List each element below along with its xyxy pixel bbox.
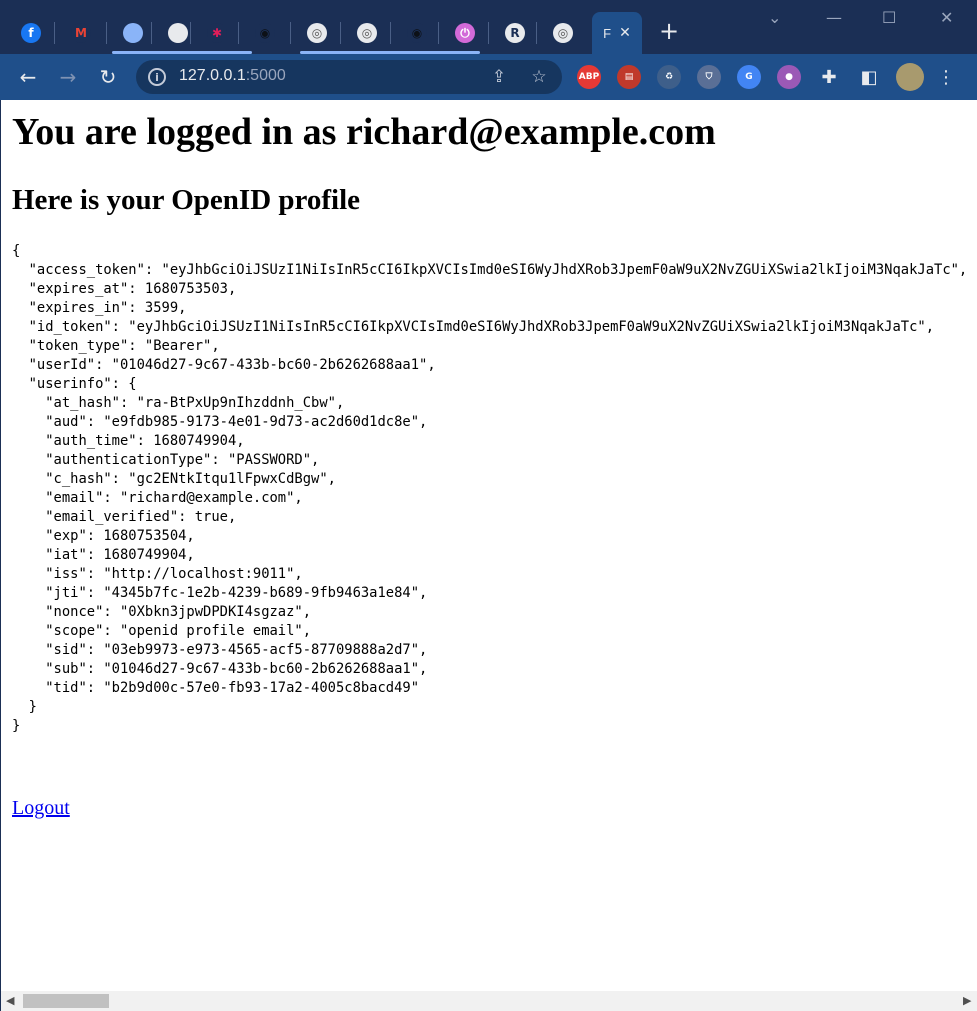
tab-separator <box>238 22 239 44</box>
recycle-icon[interactable]: ♻ <box>657 65 681 89</box>
active-tab[interactable]: F ✕ <box>592 12 642 54</box>
r-app-icon: R <box>505 23 525 43</box>
tab-separator <box>190 22 191 44</box>
scrollbar-thumb[interactable] <box>23 994 109 1008</box>
drop-icon[interactable]: ● <box>777 65 801 89</box>
tab-gmail[interactable]: M <box>56 12 106 54</box>
share-icon[interactable]: ⇪ <box>488 66 510 88</box>
tab-search-icon[interactable]: ⌄ <box>768 8 781 27</box>
reload-button[interactable]: ↻ <box>94 63 122 91</box>
browser-tab-strip: f M ✱ ◉ ◎ ◎ ◉ ⏻ R ◎ F ✕ + ⌄ — ☐ ✕ <box>0 0 977 54</box>
url-text[interactable]: 127.0.0.1:5000 <box>179 67 286 85</box>
tab-app-ring-1[interactable]: ◎ <box>292 12 342 54</box>
horizontal-scrollbar[interactable]: ◀ ▶ <box>0 991 977 1011</box>
tab-slack[interactable]: ✱ <box>192 12 242 54</box>
tab-app-ring-3[interactable]: ◎ <box>538 12 588 54</box>
app-ring-2-icon: ◎ <box>357 23 377 43</box>
power-icon: ⏻ <box>455 23 475 43</box>
github-icon: ◉ <box>255 23 275 43</box>
github-2-icon: ◉ <box>407 23 427 43</box>
back-button[interactable]: ← <box>14 63 42 91</box>
tab-separator <box>151 22 152 44</box>
slack-icon: ✱ <box>207 23 227 43</box>
page-title: You are logged in as richard@example.com <box>12 111 716 153</box>
maximize-button[interactable]: ☐ <box>882 8 896 27</box>
profile-avatar[interactable] <box>896 63 924 91</box>
translate-icon[interactable]: G <box>737 65 761 89</box>
close-window-button[interactable]: ✕ <box>940 8 953 27</box>
reader-icon[interactable]: ▤ <box>617 65 641 89</box>
tab-separator <box>340 22 341 44</box>
facebook-icon: f <box>21 23 41 43</box>
page-content: You are logged in as richard@example.com… <box>0 100 977 991</box>
tab-separator <box>488 22 489 44</box>
shield-icon[interactable]: ⛉ <box>697 65 721 89</box>
tab-separator <box>390 22 391 44</box>
tab-separator <box>536 22 537 44</box>
browser-toolbar: ← → ↻ i 127.0.0.1:5000 ⇪ ☆ ABP ▤ ♻ ⛉ G ● ✚ ◧ … <box>0 54 977 100</box>
close-tab-icon[interactable]: ✕ <box>619 25 631 41</box>
address-bar[interactable]: i 127.0.0.1:5000 ⇪ ☆ <box>136 60 562 94</box>
page-subtitle: Here is your OpenID profile <box>12 184 360 216</box>
minimize-button[interactable]: — <box>826 8 842 27</box>
site-info-icon[interactable]: i <box>148 68 166 86</box>
tab-separator <box>106 22 107 44</box>
tab-app-ring-2[interactable]: ◎ <box>342 12 392 54</box>
forward-button[interactable]: → <box>54 63 82 91</box>
blue-circle-icon <box>123 23 143 43</box>
tab-r-app[interactable]: R <box>490 12 540 54</box>
profile-json: { "access_token": "eyJhbGciOiJSUzI1NiIsI… <box>12 243 968 734</box>
app-ring-3-icon: ◎ <box>553 23 573 43</box>
url-host: 127.0.0.1 <box>179 67 246 84</box>
tab-separator <box>290 22 291 44</box>
tab-facebook[interactable]: f <box>6 12 56 54</box>
scroll-left-icon[interactable]: ◀ <box>6 994 14 1007</box>
tab-separator <box>438 22 439 44</box>
side-panel-icon[interactable]: ◧ <box>855 63 883 91</box>
gmail-icon: M <box>71 23 91 43</box>
app-ring-1-icon: ◎ <box>307 23 327 43</box>
tab-power[interactable]: ⏻ <box>440 12 490 54</box>
bookmark-star-icon[interactable]: ☆ <box>528 66 550 88</box>
tab-github[interactable]: ◉ <box>240 12 290 54</box>
adblock-plus-icon[interactable]: ABP <box>577 65 601 89</box>
url-port: :5000 <box>245 67 286 84</box>
logout-link[interactable]: Logout <box>12 797 70 820</box>
new-tab-button[interactable]: + <box>656 18 682 44</box>
white-circle-icon <box>168 23 188 43</box>
scroll-right-icon[interactable]: ▶ <box>963 994 971 1007</box>
menu-kebab-icon[interactable]: ⋮ <box>932 63 960 91</box>
active-tab-title: F <box>603 25 612 41</box>
tab-github-2[interactable]: ◉ <box>392 12 442 54</box>
extensions-puzzle-icon[interactable]: ✚ <box>815 63 843 91</box>
tab-separator <box>54 22 55 44</box>
